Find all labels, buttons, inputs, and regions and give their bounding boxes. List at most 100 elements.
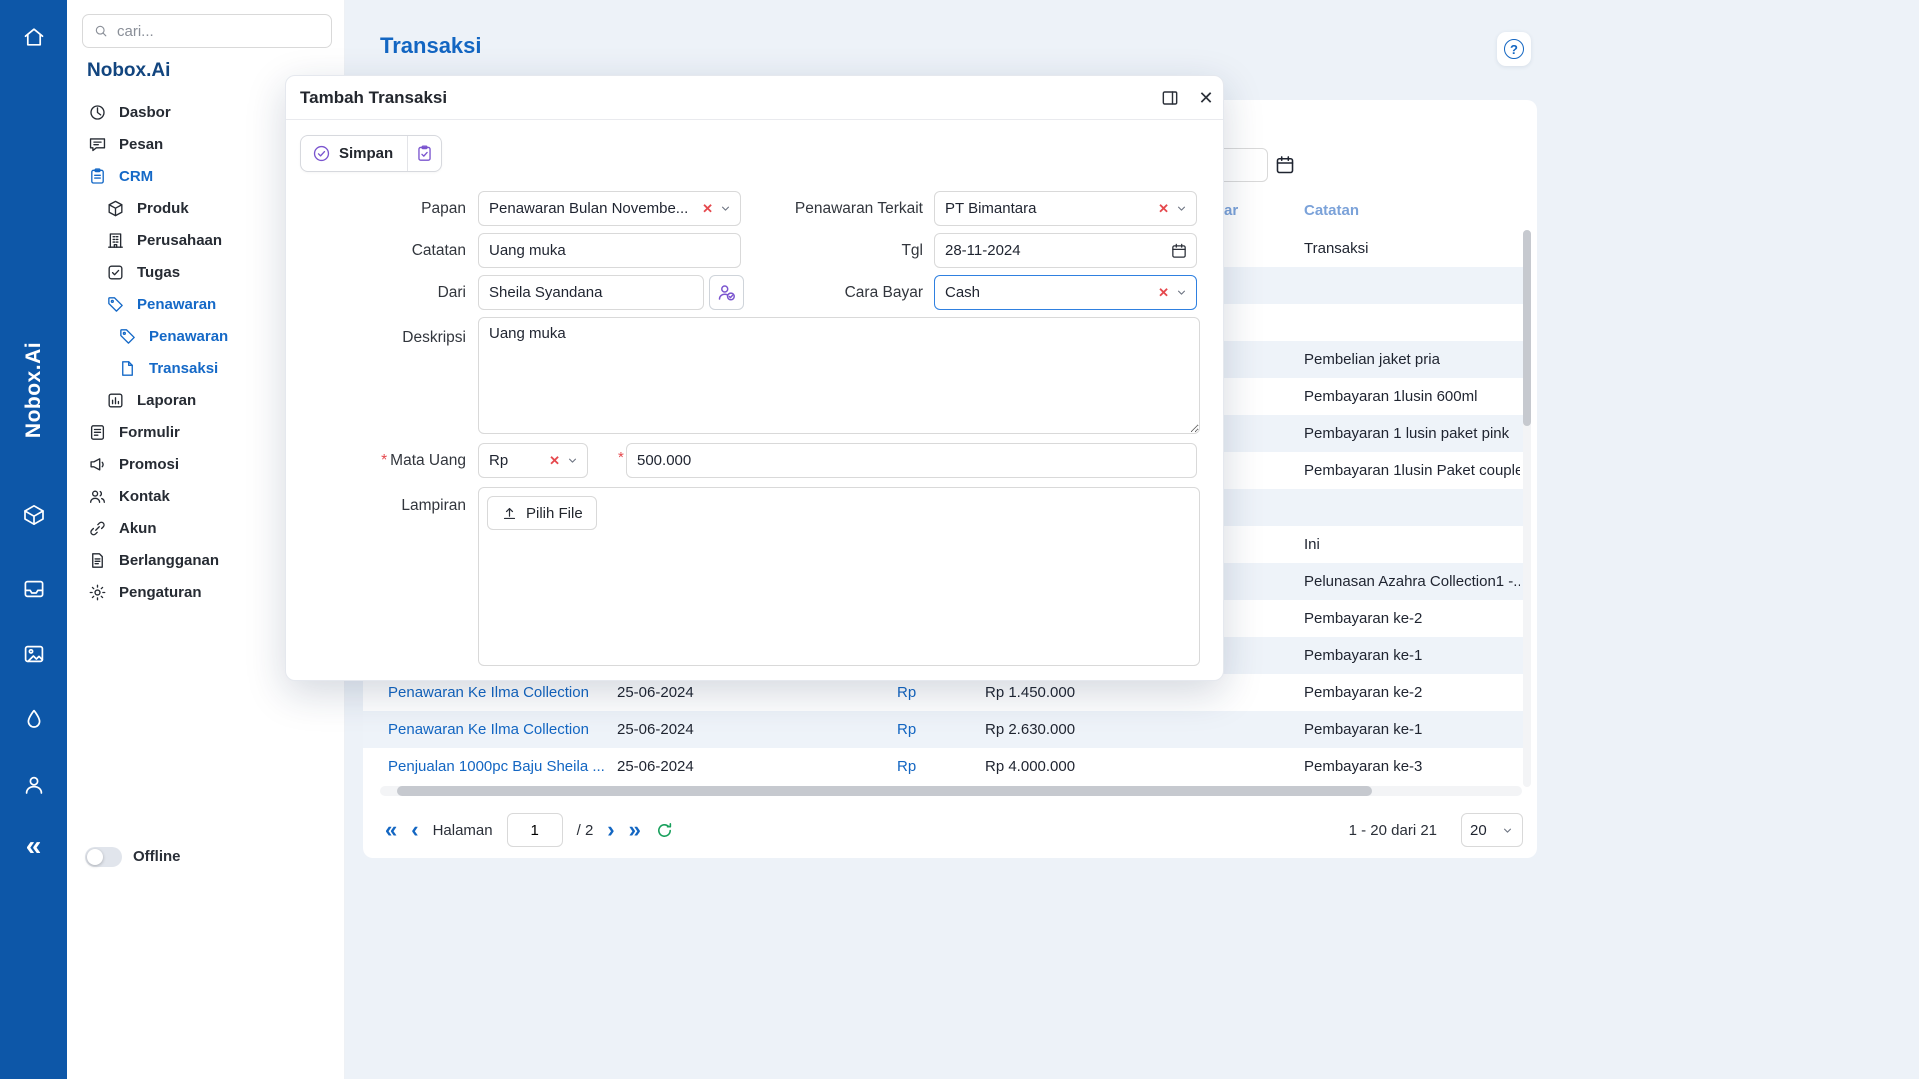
home-icon[interactable] — [22, 25, 46, 49]
box-icon — [106, 199, 125, 218]
form-icon — [88, 423, 107, 442]
transaction-link[interactable]: Penawaran Ke Ilma Collection — [388, 711, 616, 748]
sidebar-item-label: Kontak — [119, 488, 170, 505]
page-size-select[interactable]: 20 — [1461, 813, 1523, 847]
calendar-icon[interactable] — [1274, 154, 1296, 176]
lampiran-dropzone[interactable]: Pilih File — [478, 487, 1200, 666]
chevron-down-icon — [1175, 202, 1188, 215]
tgl-field[interactable]: 28-11-2024 — [934, 233, 1197, 268]
cara-bayar-select[interactable]: Cash ✕ — [934, 275, 1197, 310]
prev-page-icon[interactable]: ‹ — [411, 819, 418, 841]
catatan-cell: Pembelian jaket pria — [1304, 341, 1520, 378]
first-page-icon[interactable]: « — [385, 819, 397, 841]
catatan-label: Catatan — [286, 233, 466, 268]
inbox-icon[interactable] — [22, 577, 46, 601]
tgl-label: Tgl — [586, 233, 923, 268]
gear-icon — [88, 583, 107, 602]
subscription-icon — [88, 551, 107, 570]
catatan-cell: Pembayaran 1lusin 600ml — [1304, 378, 1520, 415]
file-icon — [118, 359, 137, 378]
last-page-icon[interactable]: » — [629, 819, 641, 841]
toggle-knob — [87, 849, 103, 865]
date-cell: 25-06-2024 — [617, 748, 797, 785]
cara-bayar-value: Cash — [945, 284, 1152, 301]
save-button[interactable]: Simpan — [301, 136, 407, 171]
jumlah-input[interactable] — [626, 443, 1197, 478]
currency-cell: Rp — [897, 748, 957, 785]
profile-icon[interactable] — [22, 773, 46, 797]
sidebar-item-label: Pengaturan — [119, 584, 202, 601]
clear-icon[interactable]: ✕ — [549, 453, 560, 469]
sidebar-item-label: Akun — [119, 520, 157, 537]
range-text: 1 - 20 dari 21 — [1349, 822, 1437, 839]
deskripsi-label: Deskripsi — [286, 320, 466, 355]
offline-label: Offline — [133, 847, 181, 867]
search-input[interactable] — [117, 23, 321, 40]
horizontal-scrollbar[interactable] — [380, 786, 1522, 796]
mata-uang-select[interactable]: Rp ✕ — [478, 443, 588, 478]
link-icon — [88, 519, 107, 538]
required-asterisk: * — [618, 443, 624, 478]
catatan-cell: Transaksi — [1304, 230, 1520, 267]
sidebar-item-label: Perusahaan — [137, 232, 222, 249]
currency-cell: Rp — [897, 711, 957, 748]
check-circle-icon — [312, 144, 331, 163]
message-icon — [88, 135, 107, 154]
sidebar-item-label: Formulir — [119, 424, 180, 441]
transaction-link[interactable]: Penjualan 1000pc Baju Sheila ... — [388, 748, 616, 785]
catatan-cell: Pembayaran ke-2 — [1304, 674, 1520, 711]
mata-uang-value: Rp — [489, 452, 543, 469]
modal-header: Tambah Transaksi ✕ — [286, 76, 1223, 120]
modal-title: Tambah Transaksi — [300, 76, 447, 120]
sidebar-item-label: Tugas — [137, 264, 180, 281]
clear-icon[interactable]: ✕ — [1158, 201, 1169, 217]
tgl-value: 28-11-2024 — [945, 242, 1164, 259]
clear-icon[interactable]: ✕ — [1158, 285, 1169, 301]
column-header-catatan[interactable]: Catatan — [1304, 192, 1359, 230]
deskripsi-textarea[interactable]: Uang muka — [478, 317, 1200, 434]
offline-toggle[interactable] — [85, 847, 122, 867]
sidebar-search[interactable] — [82, 14, 332, 48]
maximize-icon[interactable] — [1160, 88, 1180, 108]
total-pages-label: / 2 — [577, 822, 594, 839]
amount-cell: Rp 2.630.000 — [985, 711, 1185, 748]
catatan-cell — [1304, 489, 1520, 526]
refresh-icon[interactable] — [655, 821, 674, 840]
sidebar-item-label: Pesan — [119, 136, 163, 153]
close-icon[interactable]: ✕ — [1194, 86, 1218, 110]
ink-drop-icon[interactable] — [22, 707, 46, 731]
image-icon[interactable] — [22, 642, 46, 666]
penawaran-terkait-select[interactable]: PT Bimantara ✕ — [934, 191, 1197, 226]
nobox-logo-icon[interactable] — [22, 503, 46, 527]
catatan-cell: Pelunasan Azahra Collection1 -... — [1304, 563, 1520, 600]
catatan-cell: Pembayaran ke-1 — [1304, 711, 1520, 748]
pagination-bar: « ‹ Halaman / 2 › » 1 - 20 dari 21 20 — [363, 810, 1537, 850]
sidebar-item-label: Transaksi — [149, 360, 218, 377]
catatan-cell: Pembayaran ke-2 — [1304, 600, 1520, 637]
pilih-file-button[interactable]: Pilih File — [487, 496, 597, 530]
save-and-note-button[interactable] — [407, 136, 441, 171]
save-split-button: Simpan — [300, 135, 442, 172]
table-row[interactable]: Penjualan 1000pc Baju Sheila ...25-06-20… — [363, 748, 1523, 785]
vertical-scrollbar-thumb[interactable] — [1523, 230, 1531, 426]
megaphone-icon — [88, 455, 107, 474]
collapse-sidebar-icon[interactable]: « — [26, 832, 42, 860]
clipboard-icon — [88, 167, 107, 186]
vertical-scrollbar[interactable] — [1523, 230, 1531, 787]
page-number-input[interactable] — [507, 813, 563, 847]
mata-uang-label: *Mata Uang — [286, 443, 466, 478]
penawaran-terkait-label: Penawaran Terkait — [586, 191, 923, 226]
sidebar-item-label: Promosi — [119, 456, 179, 473]
sidebar-item-label: Penawaran — [149, 328, 228, 345]
next-page-icon[interactable]: › — [607, 819, 614, 841]
upload-icon — [501, 505, 518, 522]
column-header-bayar[interactable]: ar — [1224, 192, 1238, 230]
left-rail: Nobox.Ai « — [0, 0, 67, 1079]
calendar-icon[interactable] — [1170, 242, 1188, 260]
lampiran-label: Lampiran — [286, 488, 466, 523]
help-button[interactable]: ? — [1497, 32, 1531, 66]
chevron-down-icon — [566, 454, 579, 467]
horizontal-scrollbar-thumb[interactable] — [397, 786, 1372, 796]
sidebar-item-label: Produk — [137, 200, 189, 217]
table-row[interactable]: Penawaran Ke Ilma Collection25-06-2024Rp… — [363, 711, 1523, 748]
